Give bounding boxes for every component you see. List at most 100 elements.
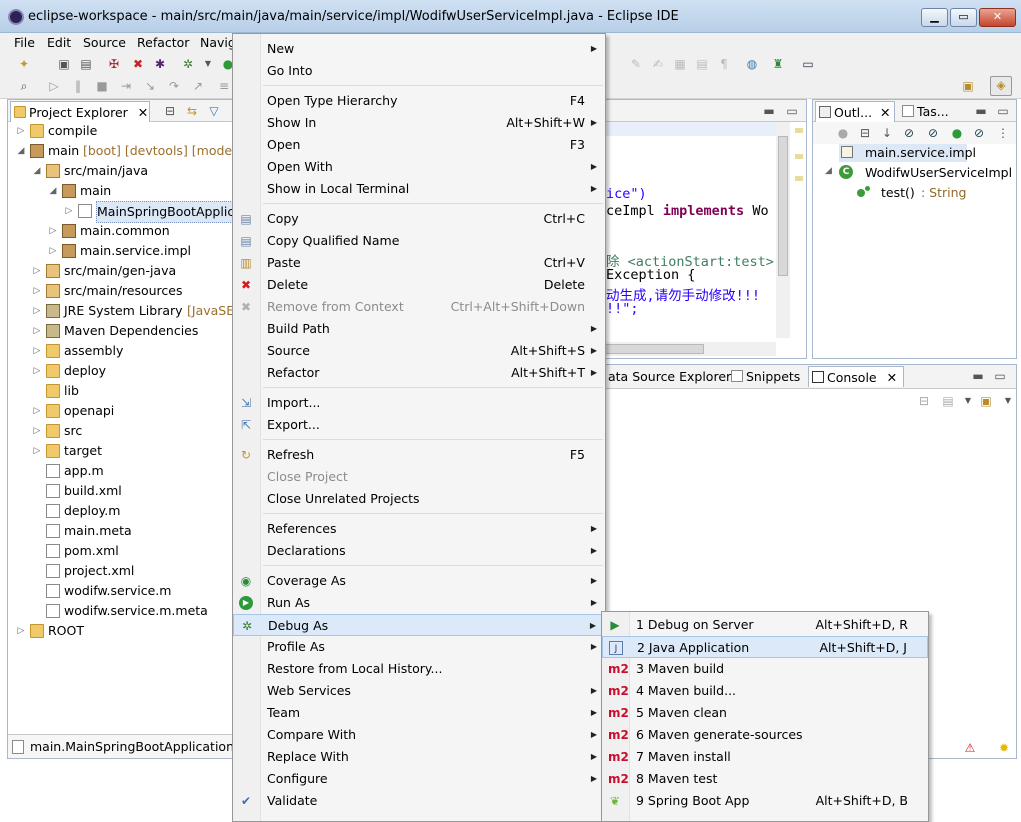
close-icon[interactable]: ✕ bbox=[880, 105, 890, 120]
breakpoint-icon[interactable]: ✖ bbox=[130, 56, 146, 72]
menu-item-paste[interactable]: ▥ Paste Ctrl+V bbox=[233, 252, 605, 274]
tree-item[interactable]: ▷ deploy bbox=[8, 361, 233, 381]
menu-item-show-in-local-terminal[interactable]: Show in Local Terminal ▶ bbox=[233, 178, 605, 200]
minimize-view-icon[interactable]: ▬ bbox=[761, 103, 777, 119]
expand-arrow-icon[interactable]: ▷ bbox=[48, 221, 58, 241]
tree-item[interactable]: ▷ src/main/gen-java bbox=[8, 261, 233, 281]
tree-item[interactable]: ▷ src bbox=[8, 421, 233, 441]
expand-arrow-icon[interactable]: ▷ bbox=[32, 361, 42, 381]
expand-arrow-icon[interactable]: ▷ bbox=[32, 321, 42, 341]
expand-arrow-icon[interactable]: ▷ bbox=[32, 261, 42, 281]
menu-item-close-unrelated-projects[interactable]: Close Unrelated Projects bbox=[233, 488, 605, 510]
menu-item-export[interactable]: ⇱ Export... bbox=[233, 414, 605, 436]
pin-console-icon[interactable]: ⊟ bbox=[916, 393, 932, 409]
close-window-button[interactable]: ✕ bbox=[979, 8, 1016, 27]
link-editor-icon[interactable]: ⇆ bbox=[184, 103, 200, 119]
tool-icon[interactable]: ✱ bbox=[152, 56, 168, 72]
close-icon[interactable]: ✕ bbox=[887, 370, 897, 385]
tree-item[interactable]: ▷ src/main/resources bbox=[8, 281, 233, 301]
submenu-item-4[interactable]: m2 4 Maven build... bbox=[602, 680, 928, 702]
editor-horizontal-scrollbar[interactable] bbox=[602, 342, 776, 356]
tip-bulb-icon[interactable]: ✹ bbox=[996, 740, 1012, 756]
disconnect-icon[interactable]: ⇥ bbox=[118, 78, 134, 94]
collapse-all-icon[interactable]: ⊟ bbox=[857, 125, 873, 141]
tab-outline[interactable]: Outl... ✕ bbox=[815, 101, 895, 122]
tree-item[interactable]: ▷ assembly bbox=[8, 341, 233, 361]
menu-item-refactor[interactable]: Refactor Alt+Shift+T ▶ bbox=[233, 362, 605, 384]
menu-item-copy[interactable]: ▤ Copy Ctrl+C bbox=[233, 208, 605, 230]
chevron-down-icon[interactable]: ▼ bbox=[200, 56, 216, 72]
tab-project-explorer[interactable]: Project Explorer ✕ bbox=[10, 101, 150, 122]
tree-item[interactable]: ◢ main bbox=[8, 181, 233, 201]
menu-item-replace-with[interactable]: Replace With ▶ bbox=[233, 746, 605, 768]
maximize-view-icon[interactable]: ▭ bbox=[992, 368, 1008, 384]
maximize-button[interactable]: ▭ bbox=[950, 8, 977, 27]
open-perspective-icon[interactable]: ▣ bbox=[960, 78, 976, 94]
paragraph-icon[interactable]: ¶ bbox=[716, 56, 732, 72]
java-perspective-icon[interactable]: ◈ bbox=[990, 76, 1012, 96]
tree-item[interactable]: ▷ openapi bbox=[8, 401, 233, 421]
menu-item-import[interactable]: ⇲ Import... bbox=[233, 392, 605, 414]
tree-item[interactable]: ▷ target bbox=[8, 441, 233, 461]
hide-static-icon[interactable]: ⊘ bbox=[925, 125, 941, 141]
menu-item-go-into[interactable]: Go Into bbox=[233, 60, 605, 82]
collapse-all-icon[interactable]: ⊟ bbox=[162, 103, 178, 119]
menu-item-web-services[interactable]: Web Services ▶ bbox=[233, 680, 605, 702]
menu-source[interactable]: Source bbox=[83, 35, 126, 50]
tab-data-source-explorer[interactable]: ata Source Explorer bbox=[606, 366, 731, 387]
expand-arrow-icon[interactable]: ◢ bbox=[825, 166, 832, 176]
menu-item-build-path[interactable]: Build Path ▶ bbox=[233, 318, 605, 340]
menu-item-declarations[interactable]: Declarations ▶ bbox=[233, 540, 605, 562]
step-into-icon[interactable]: ↘ bbox=[142, 78, 158, 94]
scrollbar-thumb[interactable] bbox=[778, 136, 788, 276]
expand-arrow-icon[interactable]: ▷ bbox=[32, 421, 42, 441]
menu-file[interactable]: File bbox=[14, 35, 35, 50]
menu-refactor[interactable]: Refactor bbox=[137, 35, 189, 50]
menu-item-team[interactable]: Team ▶ bbox=[233, 702, 605, 724]
sort-icon[interactable]: ↓ bbox=[879, 125, 895, 141]
tree-item[interactable]: ▷ main.service.impl bbox=[8, 241, 233, 261]
toolbar-misc-icon[interactable]: ≡ bbox=[216, 78, 232, 94]
tree-item[interactable]: ▷ main.common bbox=[8, 221, 233, 241]
pen-icon[interactable]: ✎ bbox=[628, 56, 644, 72]
expand-arrow-icon[interactable]: ▷ bbox=[16, 621, 26, 641]
expand-arrow-icon[interactable]: ▷ bbox=[32, 441, 42, 461]
display-console-icon[interactable]: ▤ bbox=[940, 393, 956, 409]
tree-item[interactable]: project.xml bbox=[8, 561, 233, 581]
menu-item-run-as[interactable]: ▶ Run As ▶ bbox=[233, 592, 605, 614]
suspend-icon[interactable]: ‖ bbox=[70, 78, 86, 94]
menu-item-refresh[interactable]: ↻ Refresh F5 bbox=[233, 444, 605, 466]
tab-console[interactable]: Console ✕ bbox=[808, 366, 904, 387]
submenu-item-9[interactable]: ❦ 9 Spring Boot App Alt+Shift+D, B bbox=[602, 790, 928, 812]
new-icon[interactable]: ✦ bbox=[16, 56, 32, 72]
menu-item-copy-qualified-name[interactable]: ▤ Copy Qualified Name bbox=[233, 230, 605, 252]
menu-item-close-project[interactable]: Close Project bbox=[233, 466, 605, 488]
expand-arrow-icon[interactable]: ▷ bbox=[16, 121, 26, 141]
menu-edit[interactable]: Edit bbox=[47, 35, 71, 50]
tree-item[interactable]: main.meta bbox=[8, 521, 233, 541]
globe-icon[interactable]: ◍ bbox=[744, 56, 760, 72]
tree-item[interactable]: ◢ src/main/java bbox=[8, 161, 233, 181]
tree-item[interactable]: wodifw.service.m.meta bbox=[8, 601, 233, 621]
step-over-icon[interactable]: ↷ bbox=[166, 78, 182, 94]
run-tool-icon[interactable]: ♜ bbox=[770, 56, 786, 72]
submenu-item-7[interactable]: m2 7 Maven install bbox=[602, 746, 928, 768]
tree-item[interactable]: ▷ ROOT bbox=[8, 621, 233, 641]
menu-item-restore-from-local-history[interactable]: Restore from Local History... bbox=[233, 658, 605, 680]
expand-arrow-icon[interactable]: ◢ bbox=[16, 141, 26, 161]
maximize-view-icon[interactable]: ▭ bbox=[995, 103, 1011, 119]
chevron-down-icon[interactable]: ▼ bbox=[960, 393, 976, 409]
expand-arrow-icon[interactable]: ▷ bbox=[64, 201, 74, 221]
menu-item-show-in[interactable]: Show In Alt+Shift+W ▶ bbox=[233, 112, 605, 134]
open-console-icon[interactable]: ▣ bbox=[978, 393, 994, 409]
menu-item-references[interactable]: References ▶ bbox=[233, 518, 605, 540]
minimize-view-icon[interactable]: ▬ bbox=[970, 368, 986, 384]
menu-item-delete[interactable]: ✖ Delete Delete bbox=[233, 274, 605, 296]
monitor-icon[interactable]: ▭ bbox=[800, 56, 816, 72]
submenu-item-1[interactable]: ▶ 1 Debug on Server Alt+Shift+D, R bbox=[602, 614, 928, 636]
tree-item[interactable]: ▷ compile bbox=[8, 121, 233, 141]
menu-item-compare-with[interactable]: Compare With ▶ bbox=[233, 724, 605, 746]
tab-tasks[interactable]: Tas... bbox=[899, 101, 965, 122]
hide-local-icon[interactable]: ⊘ bbox=[971, 125, 987, 141]
chevron-down-icon[interactable]: ▼ bbox=[1000, 393, 1016, 409]
